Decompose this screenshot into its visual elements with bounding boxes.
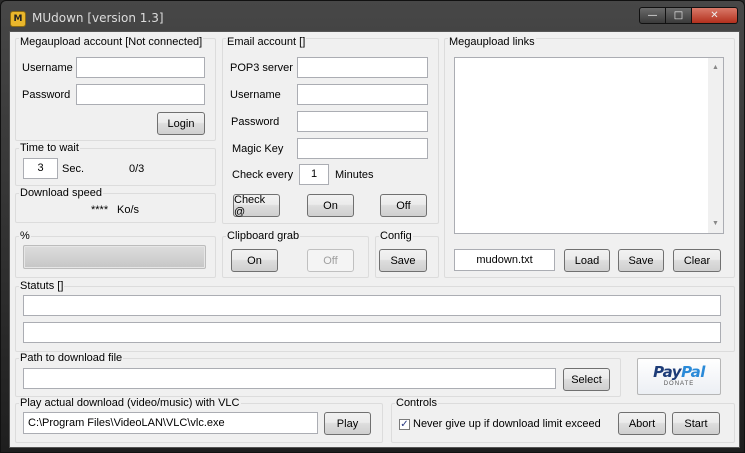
path-title: Path to download file xyxy=(19,352,124,364)
magic-key-label: Magic Key xyxy=(232,143,284,155)
vlc-title: Play actual download (video/music) with … xyxy=(19,397,241,409)
email-username-label: Username xyxy=(230,89,281,101)
pop3-label: POP3 server xyxy=(230,62,293,74)
never-give-up-label: Never give up if download limit exceed xyxy=(413,418,601,430)
check-every-input[interactable]: 1 xyxy=(299,164,329,185)
client-area: Megaupload account [Not connected] Usern… xyxy=(9,31,740,448)
scroll-down-icon[interactable]: ▼ xyxy=(708,216,723,231)
paypal-logo-pal: Pal xyxy=(681,363,705,381)
download-path-input[interactable] xyxy=(23,368,556,389)
seconds-unit-label: Sec. xyxy=(62,163,85,175)
password-input[interactable] xyxy=(76,84,205,105)
paypal-donate-button[interactable]: PayPal DONATE xyxy=(637,358,721,395)
maximize-button[interactable]: □ xyxy=(666,7,692,24)
email-on-button[interactable]: On xyxy=(307,194,354,217)
download-progress-bar xyxy=(23,245,206,269)
check-email-button[interactable]: Check @ xyxy=(233,194,280,218)
progress-title: % xyxy=(19,230,31,242)
paypal-donate-label: DONATE xyxy=(663,381,695,387)
speed-value: **** xyxy=(91,204,109,216)
never-give-up-checkbox[interactable]: ✓ xyxy=(399,419,410,430)
links-title: Megaupload links xyxy=(448,36,536,48)
email-account-title: Email account [] xyxy=(226,36,307,48)
app-icon: M xyxy=(10,11,26,27)
minutes-label: Minutes xyxy=(335,169,374,181)
status-title: Statuts [] xyxy=(19,280,65,292)
window-controls: — □ ✕ xyxy=(639,7,738,25)
clipboard-title: Clipboard grab xyxy=(226,230,301,242)
clipboard-on-button[interactable]: On xyxy=(231,249,278,272)
window-title: MUdown [version 1.3] xyxy=(32,11,164,25)
clipboard-off-button[interactable]: Off xyxy=(307,249,354,272)
load-button[interactable]: Load xyxy=(564,249,610,272)
email-username-input[interactable] xyxy=(297,84,428,105)
wait-seconds-input[interactable]: 3 xyxy=(23,158,58,179)
time-to-wait-title: Time to wait xyxy=(19,142,80,154)
abort-button[interactable]: Abort xyxy=(618,412,666,435)
app-window: M MUdown [version 1.3] — □ ✕ Megaupload … xyxy=(0,0,745,453)
magic-key-input[interactable] xyxy=(297,138,428,159)
pop3-server-input[interactable] xyxy=(297,57,428,78)
scroll-up-icon[interactable]: ▲ xyxy=(708,60,723,75)
speed-unit: Ko/s xyxy=(117,204,140,216)
account-group-title: Megaupload account [Not connected] xyxy=(19,36,204,48)
title-bar[interactable]: M MUdown [version 1.3] — □ ✕ xyxy=(1,1,744,33)
play-button[interactable]: Play xyxy=(324,412,371,435)
check-every-label: Check every xyxy=(232,169,294,181)
select-path-button[interactable]: Select xyxy=(563,368,610,391)
login-button[interactable]: Login xyxy=(157,112,205,135)
links-save-button[interactable]: Save xyxy=(618,249,664,272)
minimize-button[interactable]: — xyxy=(639,7,666,24)
links-list[interactable]: ▲ ▼ xyxy=(454,57,724,234)
start-button[interactable]: Start xyxy=(672,412,720,435)
password-label: Password xyxy=(22,89,71,101)
download-speed-title: Download speed xyxy=(19,187,103,199)
username-input[interactable] xyxy=(76,57,205,78)
clear-button[interactable]: Clear xyxy=(673,249,721,272)
status-line-2 xyxy=(23,322,721,343)
controls-title: Controls xyxy=(395,397,438,409)
paypal-logo-pay: Pay xyxy=(653,363,682,381)
config-title: Config xyxy=(379,230,413,242)
links-scrollbar[interactable]: ▲ ▼ xyxy=(708,58,723,233)
download-progress-fill xyxy=(25,247,204,267)
username-label: Username xyxy=(22,62,73,74)
email-password-label: Password xyxy=(231,116,280,128)
status-line-1 xyxy=(23,295,721,316)
email-off-button[interactable]: Off xyxy=(380,194,427,217)
vlc-path-input[interactable]: C:\Program Files\VideoLAN\VLC\vlc.exe xyxy=(23,412,318,434)
wait-counter: 0/3 xyxy=(129,163,145,175)
close-button[interactable]: ✕ xyxy=(692,7,738,24)
links-file-input[interactable]: mudown.txt xyxy=(454,249,555,271)
paypal-logo: PayPal xyxy=(638,363,720,381)
config-save-button[interactable]: Save xyxy=(379,249,427,272)
email-password-input[interactable] xyxy=(297,111,428,132)
